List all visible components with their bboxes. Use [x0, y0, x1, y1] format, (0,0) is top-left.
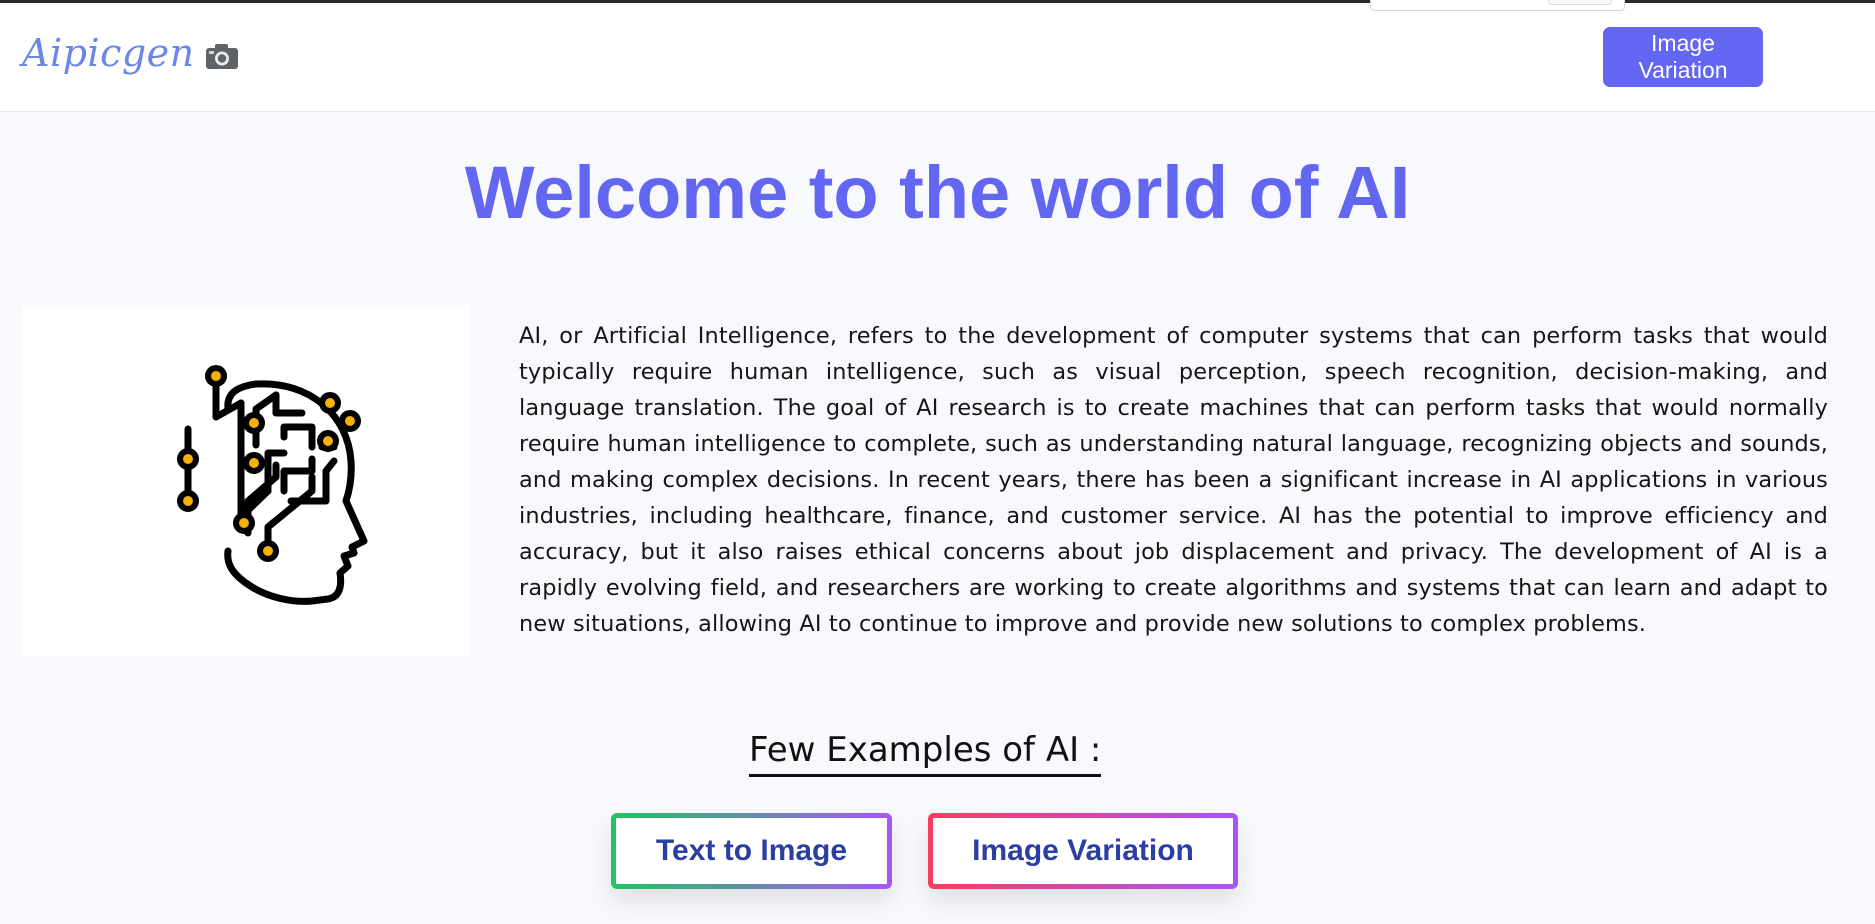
brand-logo[interactable]: Aipicgen: [22, 31, 239, 75]
brand-name[interactable]: Aipicgen: [22, 31, 195, 75]
image-variation-nav-button[interactable]: Image Variation: [1603, 27, 1763, 87]
navbar: Aipicgen Image Variation: [0, 3, 1875, 112]
text-to-image-button[interactable]: Text to Image: [611, 813, 892, 889]
ai-description: AI, or Artificial Intelligence, refers t…: [519, 323, 1828, 637]
ai-circuit-head-icon: [177, 364, 368, 605]
image-variation-button[interactable]: Image Variation: [928, 813, 1238, 889]
camera-icon: [205, 43, 239, 74]
ai-head-image: [22, 305, 470, 656]
browser-popup-edge: [1370, 0, 1625, 11]
page-title: Welcome to the world of AI: [464, 151, 1411, 234]
examples-heading: Few Examples of AI :: [749, 730, 1102, 777]
